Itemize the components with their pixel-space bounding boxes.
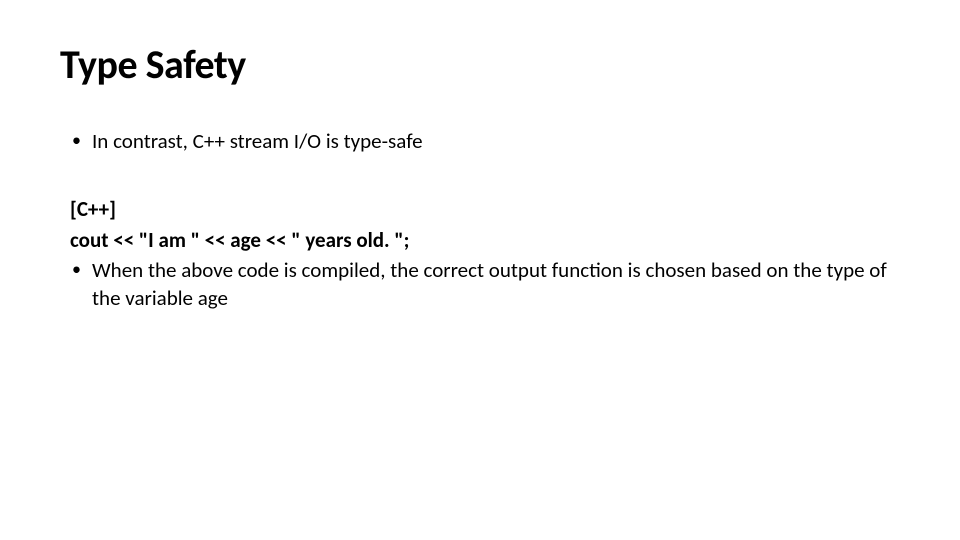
- bullet-text: In contrast, C++ stream I/O is type-safe: [92, 127, 900, 155]
- bullet-marker: •: [70, 256, 92, 283]
- bullet-item: • In contrast, C++ stream I/O is type-sa…: [70, 127, 900, 155]
- code-line: cout << "I am " << age << " years old. "…: [70, 226, 900, 254]
- bullet-text: When the above code is compiled, the cor…: [92, 256, 900, 313]
- code-label: [C++]: [70, 195, 900, 223]
- slide-body: • In contrast, C++ stream I/O is type-sa…: [60, 127, 900, 313]
- bullet-marker: •: [70, 127, 92, 154]
- slide-title: Type Safety: [60, 40, 900, 89]
- bullet-item: • When the above code is compiled, the c…: [70, 256, 900, 313]
